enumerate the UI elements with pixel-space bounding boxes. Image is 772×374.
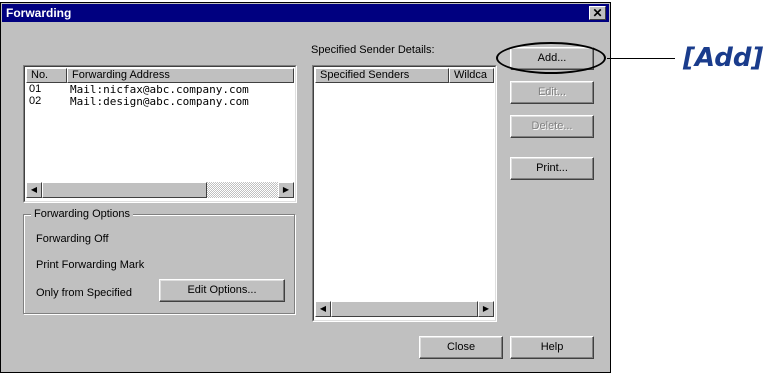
horizontal-scrollbar[interactable]: ◀ ▶	[315, 301, 494, 317]
sender-details-label: Specified Sender Details:	[311, 44, 435, 56]
column-header-wildcard[interactable]: Wildca	[449, 68, 494, 83]
callout-line	[607, 58, 675, 59]
scroll-thumb[interactable]	[331, 301, 478, 317]
title-bar: Forwarding ✕	[2, 4, 609, 22]
arrow-right-icon: ▶	[482, 304, 490, 313]
print-button[interactable]: Print...	[510, 157, 594, 180]
callout-label: [Add]	[683, 43, 764, 73]
arrow-right-icon: ▶	[282, 185, 290, 194]
scroll-thumb[interactable]	[42, 182, 207, 198]
close-icon: ✕	[592, 6, 603, 20]
forwarding-options-legend: Forwarding Options	[31, 208, 133, 220]
column-header-forwarding-address[interactable]: Forwarding Address	[67, 68, 294, 83]
edit-options-button[interactable]: Edit Options...	[159, 279, 285, 302]
window-title: Forwarding	[6, 6, 72, 20]
arrow-left-icon: ◀	[30, 185, 38, 194]
column-header-no[interactable]: No.	[26, 68, 67, 83]
forwarding-address-list[interactable]: No. Forwarding Address 01 Mail:nicfax@ab…	[23, 65, 297, 203]
list-item[interactable]: 02 Mail:design@abc.company.com	[26, 95, 294, 109]
row-number: 01	[29, 83, 42, 95]
edit-button[interactable]: Edit...	[510, 81, 594, 104]
arrow-left-icon: ◀	[319, 304, 327, 313]
help-button[interactable]: Help	[510, 336, 594, 359]
add-button-highlight	[496, 42, 606, 74]
print-mark-text: Print Forwarding Mark	[36, 259, 145, 271]
row-number: 02	[29, 95, 42, 107]
scroll-left-button[interactable]: ◀	[315, 301, 331, 317]
only-specified-text: Only from Specified	[36, 287, 132, 299]
close-window-button[interactable]: ✕	[589, 6, 606, 20]
scroll-right-button[interactable]: ▶	[478, 301, 494, 317]
column-header-specified-senders[interactable]: Specified Senders	[315, 68, 449, 83]
row-address: Mail:design@abc.company.com	[70, 95, 249, 108]
close-button[interactable]: Close	[419, 336, 503, 359]
delete-button[interactable]: Delete...	[510, 115, 594, 138]
specified-senders-list[interactable]: Specified Senders Wildca ◀ ▶	[312, 65, 497, 322]
scroll-right-button[interactable]: ▶	[278, 182, 294, 198]
horizontal-scrollbar[interactable]: ◀ ▶	[26, 182, 294, 198]
scroll-left-button[interactable]: ◀	[26, 182, 42, 198]
forwarding-status-text: Forwarding Off	[36, 233, 109, 245]
